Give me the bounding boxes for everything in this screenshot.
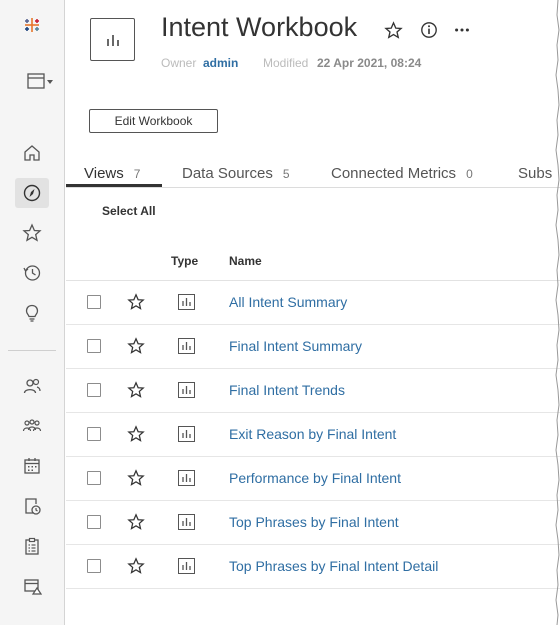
view-type-icon bbox=[178, 470, 195, 486]
favorite-star-icon[interactable] bbox=[383, 20, 403, 40]
data-alerts-icon[interactable] bbox=[15, 571, 49, 601]
left-navigation-rail bbox=[0, 0, 65, 625]
view-name-link[interactable]: All Intent Summary bbox=[229, 294, 347, 310]
table-row[interactable]: Performance by Final Intent bbox=[66, 457, 560, 501]
owner-info: Owner bbox=[161, 56, 196, 70]
row-checkbox[interactable] bbox=[87, 471, 101, 485]
column-header-type[interactable]: Type bbox=[171, 254, 198, 268]
table-row[interactable]: Top Phrases by Final Intent Detail bbox=[66, 545, 560, 589]
tab-connected-metrics[interactable]: Connected Metrics 0 bbox=[331, 165, 473, 182]
info-icon[interactable] bbox=[419, 20, 439, 40]
torn-edge bbox=[555, 0, 560, 625]
tab-views-count: 7 bbox=[133, 167, 141, 181]
row-favorite-star-icon[interactable] bbox=[127, 513, 145, 531]
row-checkbox[interactable] bbox=[87, 559, 101, 573]
view-name-link[interactable]: Final Intent Trends bbox=[229, 382, 345, 398]
view-name-link[interactable]: Performance by Final Intent bbox=[229, 470, 401, 486]
modified-date-wrap: 22 Apr 2021, 08:24 bbox=[317, 56, 421, 70]
table-row[interactable]: All Intent Summary bbox=[66, 281, 560, 325]
modified-date: 22 Apr 2021, 08:24 bbox=[317, 56, 422, 70]
table-row[interactable]: Exit Reason by Final Intent bbox=[66, 413, 560, 457]
workbook-thumbnail-icon bbox=[90, 18, 135, 61]
row-favorite-star-icon[interactable] bbox=[127, 293, 145, 311]
tab-views[interactable]: Views 7 bbox=[84, 165, 140, 182]
select-all-button[interactable]: Select All bbox=[102, 204, 156, 218]
rail-divider bbox=[8, 350, 56, 351]
tab-connected-metrics-label: Connected Metrics bbox=[331, 165, 457, 182]
owner-link[interactable]: admin bbox=[203, 56, 238, 70]
recents-clock-icon[interactable] bbox=[15, 258, 49, 288]
view-name-link[interactable]: Exit Reason by Final Intent bbox=[229, 426, 396, 442]
view-type-icon bbox=[178, 426, 195, 442]
owner-label: Owner bbox=[161, 56, 197, 70]
view-name-link[interactable]: Final Intent Summary bbox=[229, 338, 362, 354]
row-favorite-star-icon[interactable] bbox=[127, 337, 145, 355]
tab-subscriptions[interactable]: Subs bbox=[518, 165, 552, 182]
column-header-name[interactable]: Name bbox=[229, 254, 262, 268]
view-type-icon bbox=[178, 294, 195, 310]
table-row[interactable]: Final Intent Summary bbox=[66, 325, 560, 369]
row-checkbox[interactable] bbox=[87, 383, 101, 397]
modified-info: Modified bbox=[263, 56, 308, 70]
owner-name[interactable]: admin bbox=[203, 56, 238, 70]
table-row[interactable]: Final Intent Trends bbox=[66, 369, 560, 413]
view-type-icon bbox=[178, 382, 195, 398]
view-type-icon bbox=[178, 338, 195, 354]
home-icon[interactable] bbox=[15, 138, 49, 168]
row-checkbox[interactable] bbox=[87, 339, 101, 353]
active-tab-indicator bbox=[66, 184, 162, 187]
tab-data-sources-label: Data Sources bbox=[182, 165, 273, 182]
favorites-star-icon[interactable] bbox=[15, 218, 49, 248]
view-name-link[interactable]: Top Phrases by Final Intent bbox=[229, 514, 399, 530]
explore-icon[interactable] bbox=[15, 178, 49, 208]
view-name-link[interactable]: Top Phrases by Final Intent Detail bbox=[229, 558, 438, 574]
tab-subscriptions-label: Subs bbox=[518, 165, 553, 182]
browse-menu-icon[interactable] bbox=[20, 66, 60, 96]
row-favorite-star-icon[interactable] bbox=[127, 469, 145, 487]
more-actions-icon[interactable] bbox=[452, 20, 472, 40]
edit-workbook-button[interactable]: Edit Workbook bbox=[89, 109, 218, 133]
tab-data-sources[interactable]: Data Sources 5 bbox=[182, 165, 290, 182]
content-tabs: Views 7 Data Sources 5 Connected Metrics 0 … bbox=[66, 158, 560, 188]
schedules-calendar-icon[interactable] bbox=[15, 451, 49, 481]
view-type-icon bbox=[178, 514, 195, 530]
modified-label: Modified bbox=[263, 56, 309, 70]
row-favorite-star-icon[interactable] bbox=[127, 425, 145, 443]
row-favorite-star-icon[interactable] bbox=[127, 381, 145, 399]
groups-icon[interactable] bbox=[15, 411, 49, 441]
row-favorite-star-icon[interactable] bbox=[127, 557, 145, 575]
row-checkbox[interactable] bbox=[87, 515, 101, 529]
table-row[interactable]: Top Phrases by Final Intent bbox=[66, 501, 560, 545]
tab-connected-metrics-count: 0 bbox=[466, 167, 473, 181]
recommendations-bulb-icon[interactable] bbox=[15, 298, 49, 328]
page-title: Intent Workbook bbox=[161, 12, 358, 42]
row-checkbox[interactable] bbox=[87, 295, 101, 309]
tab-data-sources-count: 5 bbox=[282, 167, 290, 181]
users-icon[interactable] bbox=[15, 371, 49, 401]
tab-views-label: Views bbox=[84, 165, 124, 182]
jobs-icon[interactable] bbox=[15, 491, 49, 521]
row-checkbox[interactable] bbox=[87, 427, 101, 441]
view-type-icon bbox=[178, 558, 195, 574]
tasks-clipboard-icon[interactable] bbox=[15, 531, 49, 561]
tableau-logo-icon[interactable] bbox=[15, 10, 49, 40]
